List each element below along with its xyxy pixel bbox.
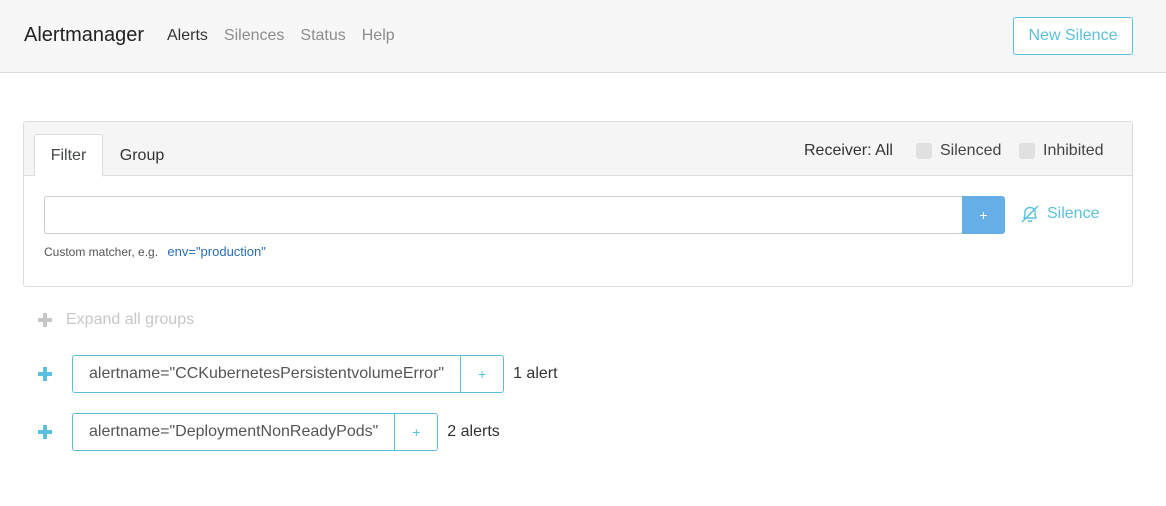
silence-link-label: Silence bbox=[1047, 205, 1100, 222]
inhibited-checkbox[interactable]: Inhibited bbox=[1019, 142, 1104, 160]
expand-group-plus-icon[interactable] bbox=[38, 425, 52, 439]
main-nav: Alerts Silences Status Help bbox=[167, 27, 395, 45]
new-silence-button[interactable]: New Silence bbox=[1013, 17, 1133, 55]
silence-link[interactable]: Silence bbox=[1020, 205, 1099, 223]
silenced-label: Silenced bbox=[940, 142, 1002, 159]
nav-silences[interactable]: Silences bbox=[224, 27, 284, 45]
navbar: Alertmanager Alerts Silences Status Help… bbox=[0, 0, 1166, 73]
receiver-selector[interactable]: Receiver: All bbox=[804, 142, 893, 160]
matcher-hint: Custom matcher, e.g. env="production" bbox=[44, 244, 266, 259]
brand-title[interactable]: Alertmanager bbox=[24, 24, 144, 47]
nav-status[interactable]: Status bbox=[300, 27, 345, 45]
nav-alerts[interactable]: Alerts bbox=[167, 27, 208, 45]
expand-group-plus-icon[interactable] bbox=[38, 367, 52, 381]
nav-help[interactable]: Help bbox=[362, 27, 395, 45]
inhibited-label: Inhibited bbox=[1043, 142, 1104, 159]
alert-group: alertname="CCKubernetesPersistentvolumeE… bbox=[38, 355, 558, 393]
filter-input[interactable] bbox=[44, 196, 963, 234]
group-matcher: alertname="CCKubernetesPersistentvolumeE… bbox=[72, 355, 505, 393]
checkbox-box[interactable] bbox=[916, 143, 932, 159]
alert-group: alertname="DeploymentNonReadyPods" + 2 a… bbox=[38, 413, 500, 451]
expand-all-groups[interactable]: Expand all groups bbox=[38, 311, 194, 329]
group-matcher-label[interactable]: alertname="DeploymentNonReadyPods" bbox=[73, 414, 396, 450]
alert-count: 2 alerts bbox=[447, 423, 500, 440]
tab-filter[interactable]: Filter bbox=[34, 134, 103, 177]
plus-icon bbox=[38, 313, 52, 327]
bell-slash-icon bbox=[1021, 205, 1039, 223]
expand-all-label: Expand all groups bbox=[66, 311, 195, 328]
checkbox-box[interactable] bbox=[1019, 143, 1035, 159]
add-group-filter-button[interactable]: + bbox=[461, 356, 503, 392]
filter-panel-header: Filter Group Receiver: All Silenced Inhi… bbox=[24, 122, 1132, 177]
hint-example[interactable]: env="production" bbox=[167, 244, 266, 259]
silenced-checkbox[interactable]: Silenced bbox=[916, 142, 1001, 160]
filter-panel: Filter Group Receiver: All Silenced Inhi… bbox=[23, 121, 1133, 287]
alert-count: 1 alert bbox=[513, 365, 558, 382]
add-group-filter-button[interactable]: + bbox=[395, 414, 437, 450]
add-matcher-button[interactable]: + bbox=[962, 196, 1005, 234]
group-matcher-label[interactable]: alertname="CCKubernetesPersistentvolumeE… bbox=[73, 356, 462, 392]
tab-group[interactable]: Group bbox=[108, 134, 176, 177]
hint-text: Custom matcher, e.g. bbox=[44, 245, 159, 259]
group-matcher: alertname="DeploymentNonReadyPods" + bbox=[72, 413, 439, 451]
